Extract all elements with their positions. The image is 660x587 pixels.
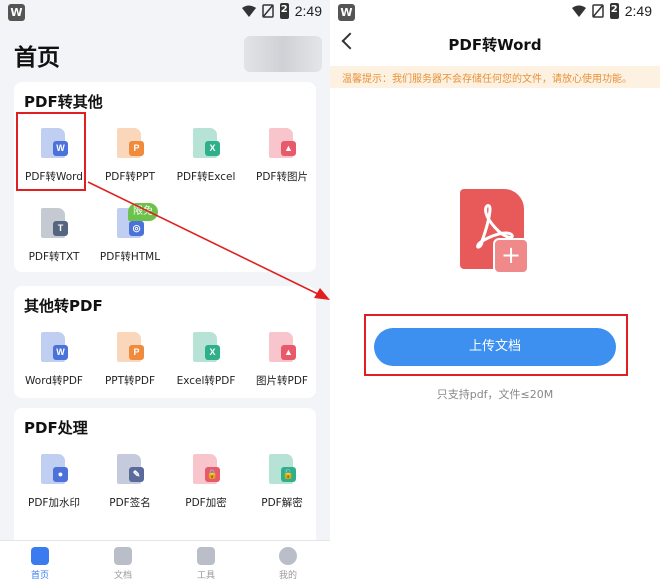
highlight-box xyxy=(364,314,628,376)
home-screen: W 2 2:49 首页 PDF转其他 其他转PDF PDF处理 W PDF转Wor… xyxy=(0,0,330,587)
status-bar: W 2 2:49 xyxy=(330,0,660,26)
tool-icon: X xyxy=(188,126,224,162)
tool-label: PDF转HTML xyxy=(99,251,161,263)
nav-label: 工具 xyxy=(196,571,215,581)
tool-item[interactable]: X PDF转Excel xyxy=(168,126,244,184)
tool-label: 图片转PDF xyxy=(256,375,308,387)
tool-label: PDF转图片 xyxy=(256,171,308,183)
tool-item[interactable]: ▲ PDF转图片 xyxy=(244,126,320,184)
tool-label: PDF加密 xyxy=(185,497,227,509)
no-sim-icon xyxy=(262,4,274,18)
tool-icon: ● xyxy=(36,452,72,488)
pdf-to-word-screen: W 2 2:49 PDF转Word 温馨提示：我们服务器不会存储任何您的文件，请… xyxy=(330,0,660,587)
status-bar: W 2 2:49 xyxy=(0,0,330,26)
file-support-hint: 只支持pdf，文件≤20M xyxy=(436,388,554,401)
section-title: PDF处理 xyxy=(24,419,88,437)
status-time: 2:49 xyxy=(624,3,652,19)
no-sim-icon xyxy=(592,4,604,18)
cube-icon xyxy=(197,547,215,565)
folder-icon xyxy=(114,547,132,565)
tool-label: PDF加水印 xyxy=(28,497,80,509)
avatar[interactable] xyxy=(244,36,322,72)
tool-icon: ▲ xyxy=(264,126,300,162)
status-time: 2:49 xyxy=(294,3,322,19)
section-title: 其他转PDF xyxy=(24,297,103,315)
section-title: PDF转其他 xyxy=(24,93,103,111)
tip-text: 温馨提示：我们服务器不会存储任何您的文件，请放心使用功能。 xyxy=(342,74,632,85)
tool-label: PDF转Excel xyxy=(176,171,236,183)
tool-icon: W xyxy=(36,330,72,366)
tool-icon: P xyxy=(112,126,148,162)
nav-label: 首页 xyxy=(30,571,49,581)
tool-icon: 🔒 xyxy=(188,452,224,488)
tool-label: PDF签名 xyxy=(109,497,151,509)
tool-label: PPT转PDF xyxy=(104,375,156,387)
wps-logo-icon: W xyxy=(338,4,355,21)
nav-docs[interactable]: 文档 xyxy=(93,547,153,581)
tool-item[interactable]: P PDF转PPT xyxy=(92,126,168,184)
tool-icon: X xyxy=(188,330,224,366)
tool-label: PDF转PPT xyxy=(104,171,156,183)
battery-icon: 2 xyxy=(279,3,289,19)
tool-item[interactable]: 🔒 PDF加密 xyxy=(168,452,244,510)
wps-logo-icon: W xyxy=(8,4,25,21)
tip-banner: 温馨提示：我们服务器不会存储任何您的文件，请放心使用功能。 xyxy=(330,66,660,88)
tool-item[interactable]: ▲ 图片转PDF xyxy=(244,330,320,388)
tool-label: PDF解密 xyxy=(261,497,303,509)
tool-icon: 🔓 xyxy=(264,452,300,488)
page-title: 首页 xyxy=(14,45,60,71)
tool-label: PDF转TXT xyxy=(28,251,80,263)
wifi-icon xyxy=(571,5,586,17)
tool-item[interactable]: P PPT转PDF xyxy=(92,330,168,388)
tool-icon: P xyxy=(112,330,148,366)
nav-tools[interactable]: 工具 xyxy=(176,547,236,581)
tool-item[interactable]: W Word转PDF xyxy=(16,330,92,388)
tool-item[interactable]: ✎ PDF签名 xyxy=(92,452,168,510)
tool-item[interactable]: 🔓 PDF解密 xyxy=(244,452,320,510)
tool-item[interactable]: T PDF转TXT xyxy=(16,206,92,264)
tool-icon: ✎ xyxy=(112,452,148,488)
wifi-icon xyxy=(241,5,256,17)
tool-label: Excel转PDF xyxy=(176,375,236,387)
tool-item[interactable]: X Excel转PDF xyxy=(168,330,244,388)
tool-icon: T xyxy=(36,206,72,242)
nav-label: 文档 xyxy=(113,571,132,581)
add-file-icon: + xyxy=(493,238,529,274)
person-icon xyxy=(279,547,297,565)
nav-home[interactable]: 首页 xyxy=(10,547,70,581)
tool-icon: ▲ xyxy=(264,330,300,366)
highlight-box xyxy=(16,112,86,191)
home-icon xyxy=(31,547,49,565)
page-title: PDF转Word xyxy=(448,36,542,54)
limited-free-badge: 限免 xyxy=(128,203,158,221)
bottom-nav: 首页 文档 工具 我的 xyxy=(0,540,330,587)
tool-label: Word转PDF xyxy=(25,375,83,387)
tool-item[interactable]: ● PDF加水印 xyxy=(16,452,92,510)
battery-icon: 2 xyxy=(609,3,619,19)
nav-me[interactable]: 我的 xyxy=(258,547,318,581)
nav-label: 我的 xyxy=(278,571,297,581)
